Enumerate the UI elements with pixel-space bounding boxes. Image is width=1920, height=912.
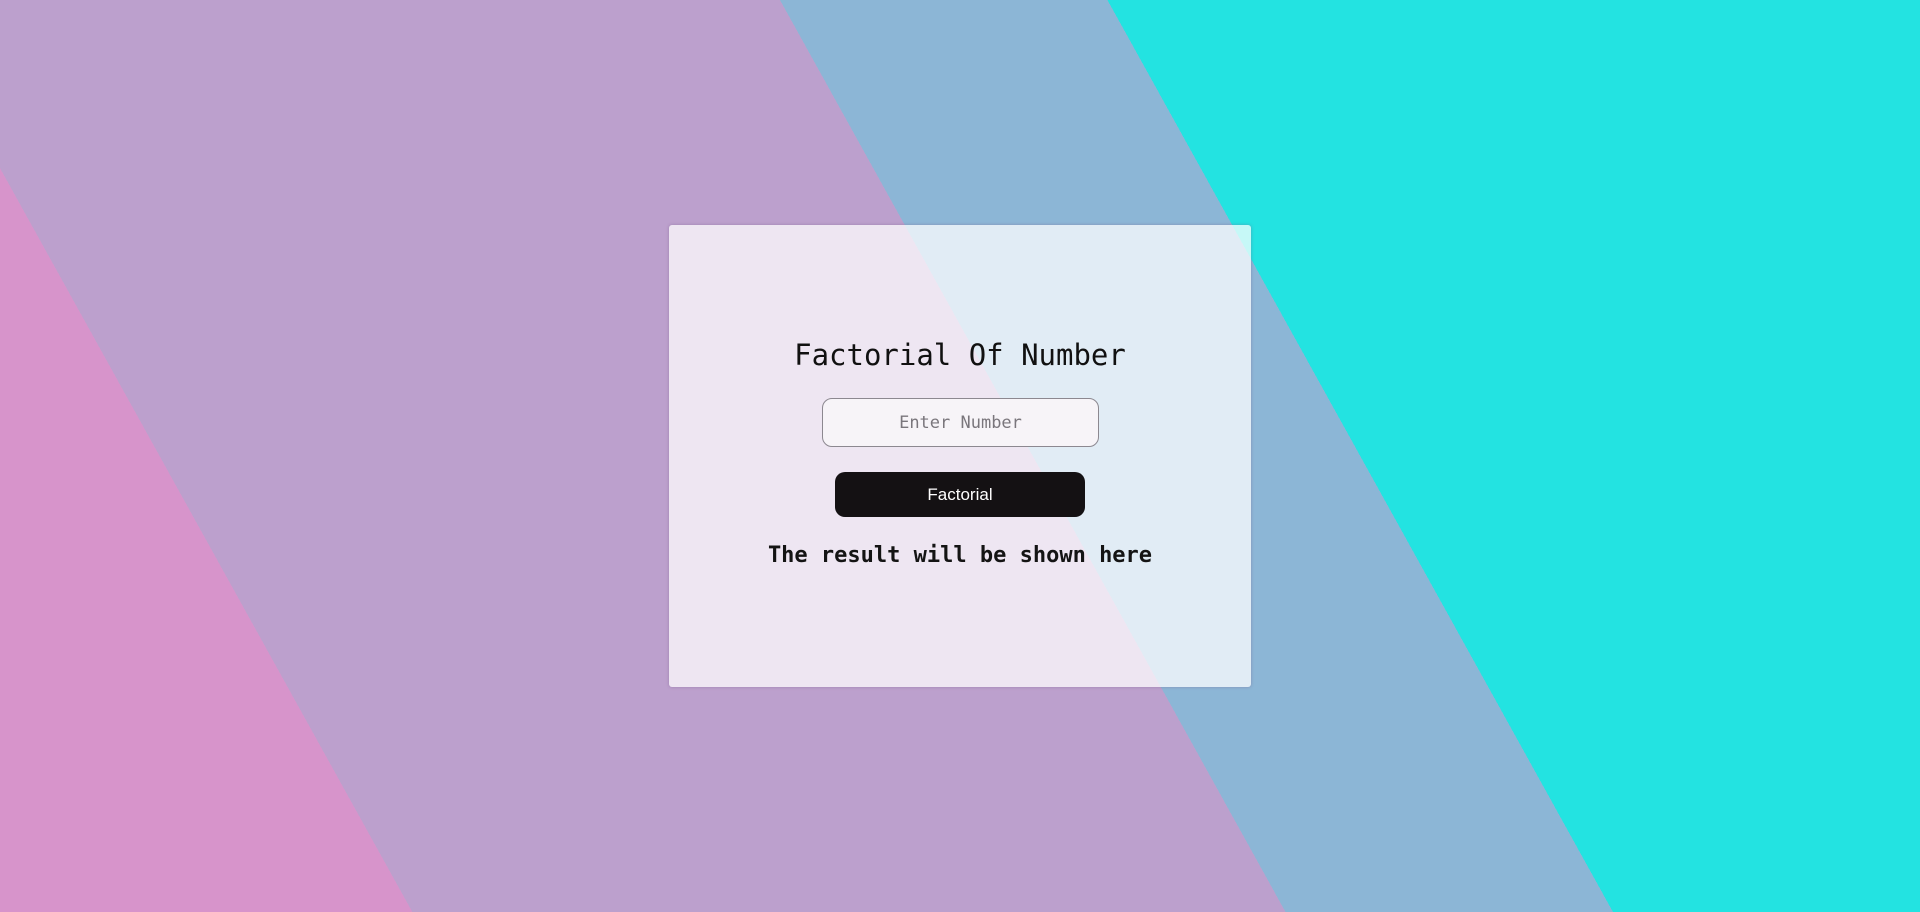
- result-text: The result will be shown here: [767, 543, 1153, 568]
- factorial-card: Factorial Of Number Factorial The result…: [669, 225, 1251, 687]
- factorial-button[interactable]: Factorial: [835, 472, 1085, 517]
- page-title: Factorial Of Number: [794, 338, 1126, 372]
- number-input[interactable]: [822, 398, 1099, 447]
